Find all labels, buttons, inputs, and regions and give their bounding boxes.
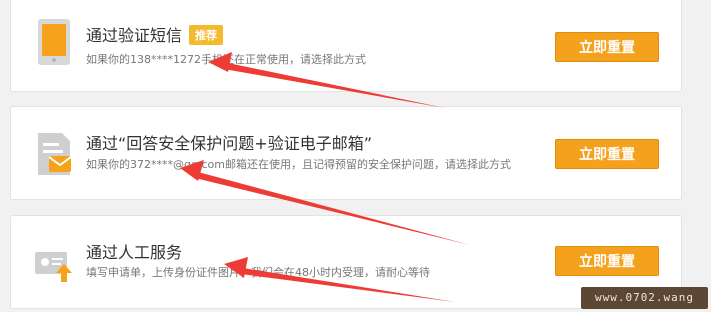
phone-icon	[35, 19, 73, 65]
reset-button-security-question[interactable]: 立即重置	[555, 139, 659, 169]
option-card-security-question: 通过“回答安全保护问题+验证电子邮箱” 如果你的372****@qq.com邮箱…	[10, 106, 682, 200]
site-watermark: www.0702.wang	[581, 287, 708, 309]
option-description: 填写申请单，上传身份证件图片，我们会在48小时内受理，请耐心等待	[86, 266, 430, 279]
option-description: 如果你的138****1272手机还在正常使用，请选择此方式	[86, 53, 366, 66]
option-card-sms: 通过验证短信 推荐 如果你的138****1272手机还在正常使用，请选择此方式…	[10, 0, 682, 92]
option-description: 如果你的372****@qq.com邮箱还在使用，且记得预留的安全保护问题，请选…	[86, 158, 511, 171]
option-title: 通过人工服务	[86, 243, 183, 262]
option-title: 通过“回答安全保护问题+验证电子邮箱”	[86, 134, 372, 153]
reset-button-manual-service[interactable]: 立即重置	[555, 246, 659, 276]
reset-button-sms[interactable]: 立即重置	[555, 32, 659, 62]
id-card-upload-icon	[35, 240, 73, 286]
option-title: 通过验证短信	[86, 26, 183, 45]
email-security-icon	[35, 131, 73, 177]
recommend-badge: 推荐	[189, 25, 223, 45]
